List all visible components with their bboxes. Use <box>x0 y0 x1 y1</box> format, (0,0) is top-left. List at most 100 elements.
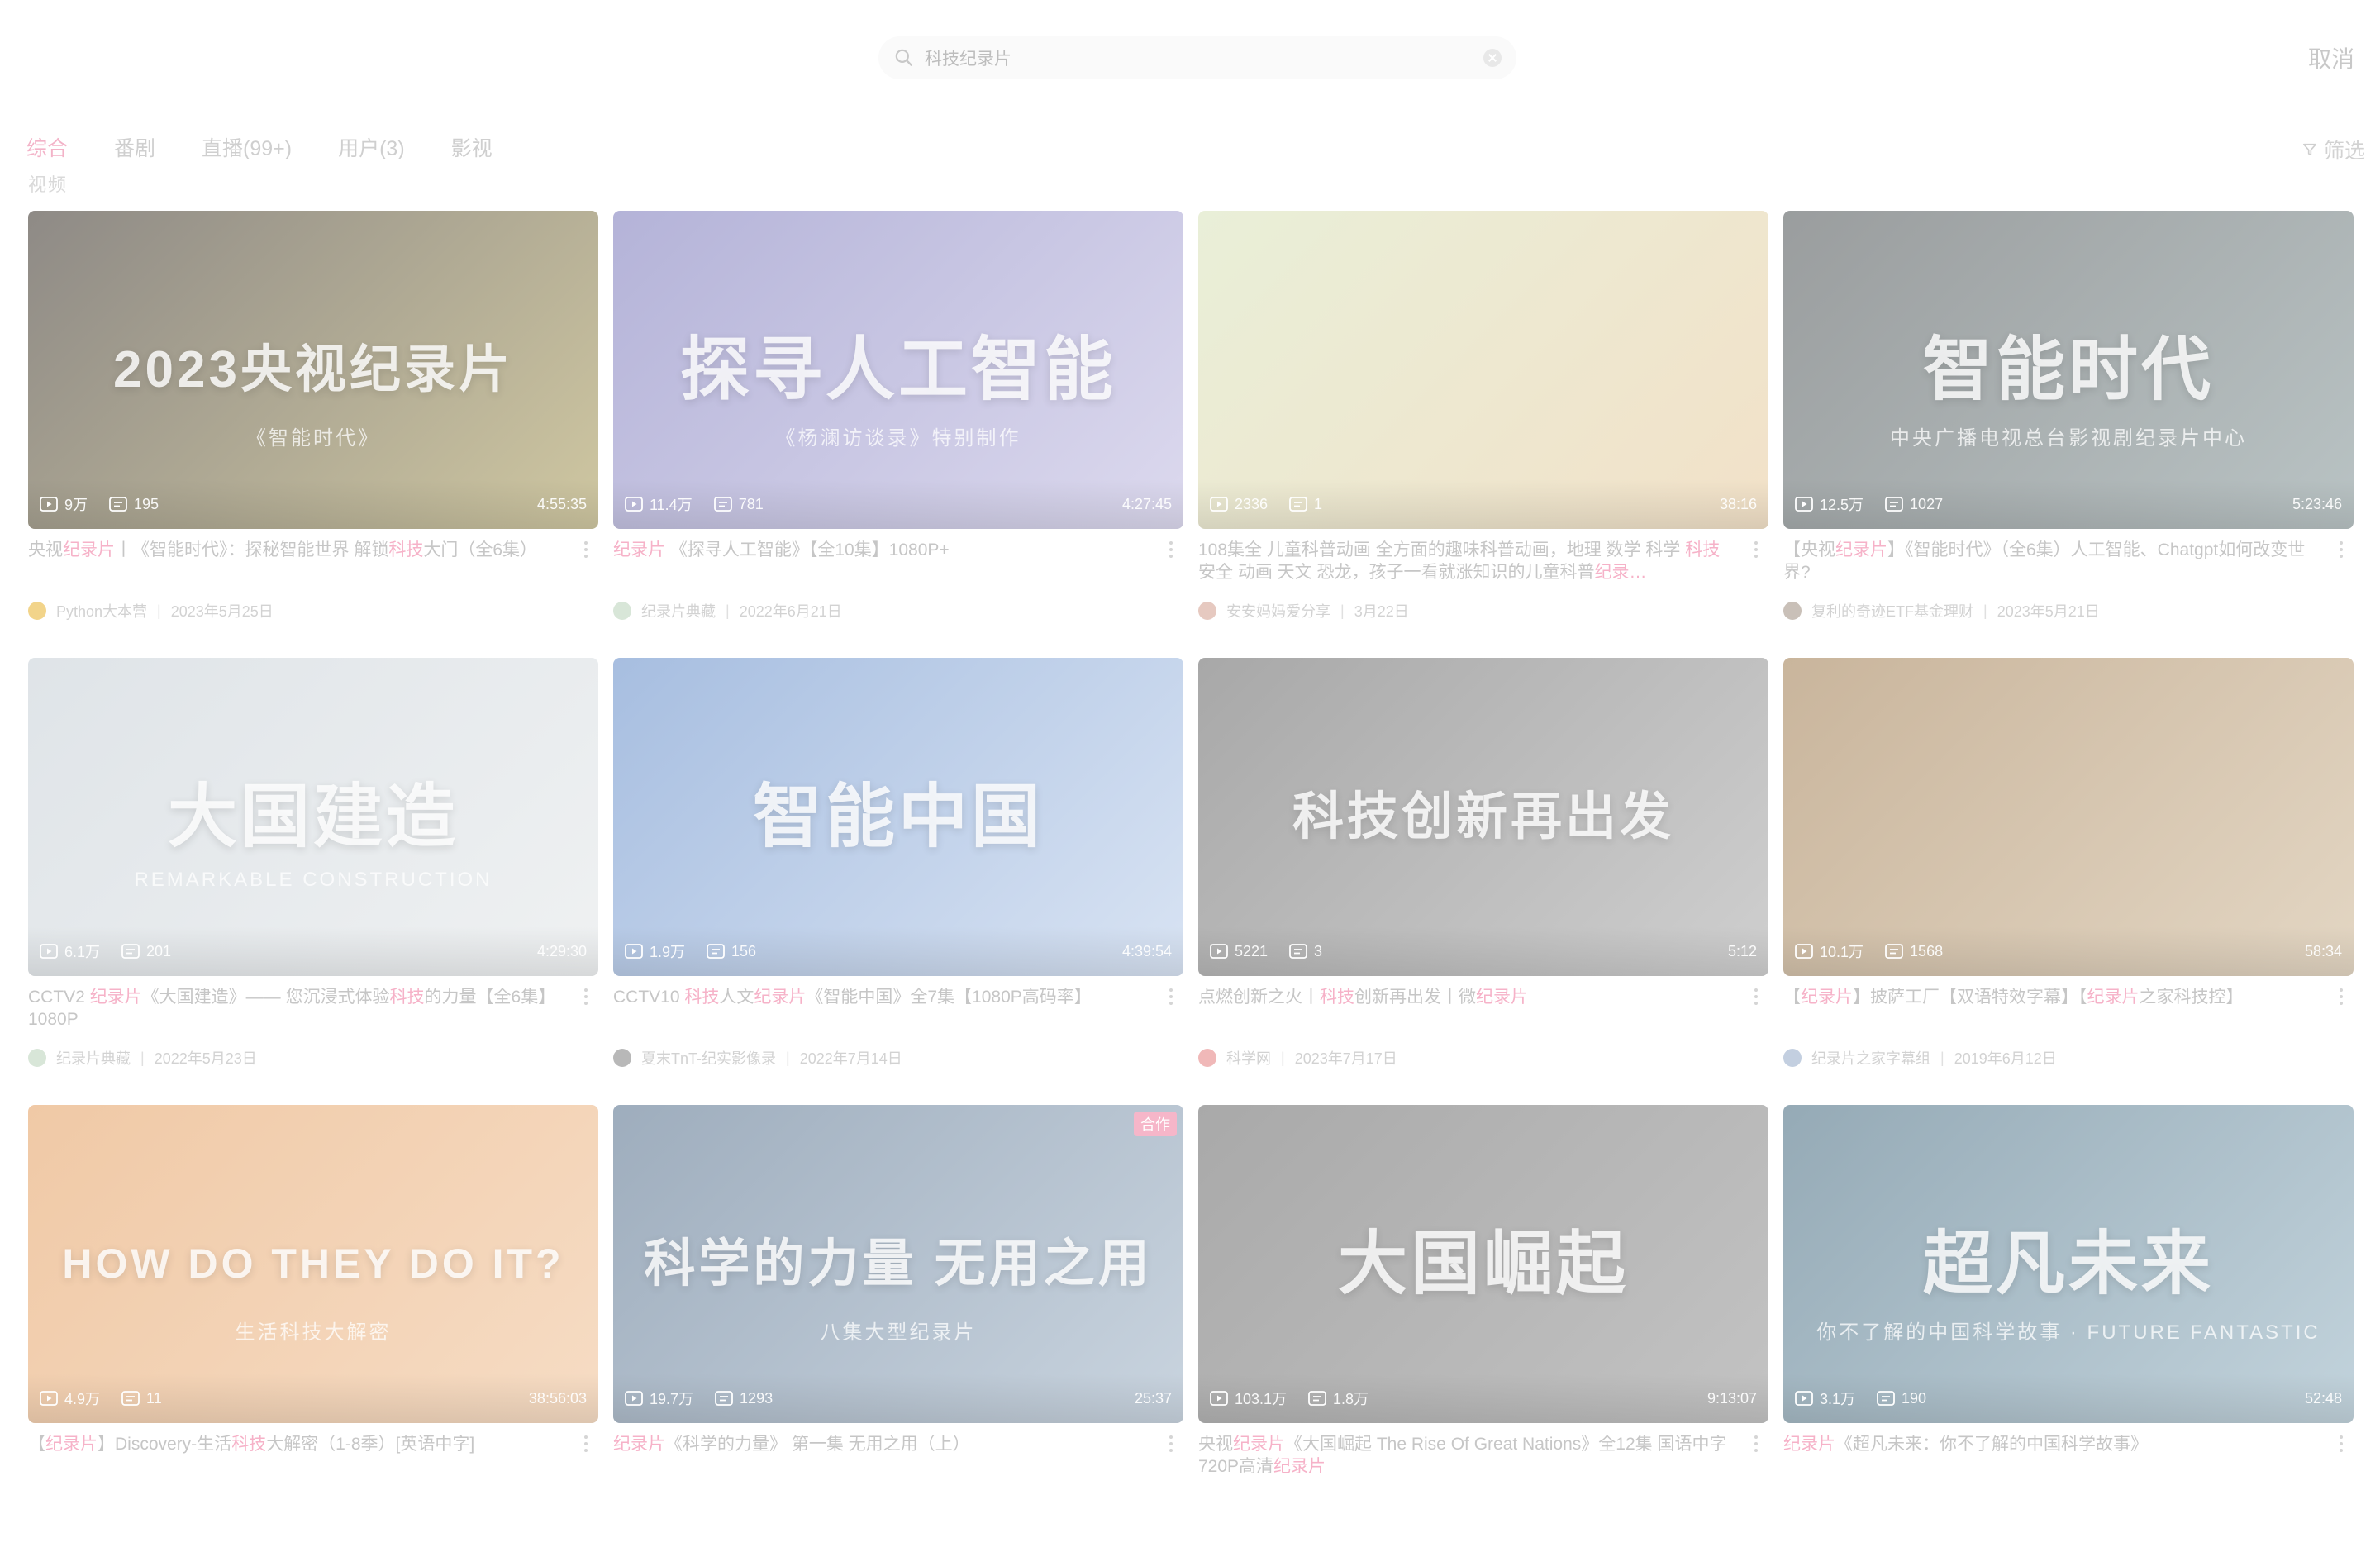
search-icon <box>895 49 912 66</box>
video-thumbnail[interactable]: 智能中国 1.9万 156 4:39:54 <box>613 658 1183 976</box>
video-card[interactable]: 2023央视纪录片 《智能时代》 9万 195 4:55:35 央视纪录片丨《智能时代》：… <box>28 211 598 658</box>
author-name[interactable]: Python大本营 <box>56 600 147 621</box>
author-row[interactable]: 纪录片之家字幕组 | 2019年6月12日 <box>1783 1047 2354 1069</box>
author-name[interactable]: 复利的奇迹ETF基金理财 <box>1811 600 1973 621</box>
title-text: 人文 <box>719 988 754 1007</box>
video-thumbnail[interactable]: 智能时代 中央广播电视总台影视剧纪录片中心 12.5万 1027 5:23:46 <box>1783 211 2354 529</box>
publish-date: 2023年7月17日 <box>1294 1050 1397 1067</box>
video-thumbnail[interactable]: 超凡未来 你不了解的中国科学故事 · FUTURE FANTASTIC 3.1万 19… <box>1783 1105 2354 1423</box>
video-title[interactable]: 纪录片《超凡未来：你不了解的中国科学故事》 <box>1783 1433 2312 1478</box>
clear-search-button[interactable] <box>1483 49 1502 67</box>
video-card[interactable]: 超凡未来 你不了解的中国科学故事 · FUTURE FANTASTIC 3.1万 19… <box>1783 1105 2354 1552</box>
video-card[interactable]: HOW DO THEY DO IT? 生活科技大解密 4.9万 11 38:56:03 【… <box>28 1105 598 1552</box>
duration: 4:27:45 <box>1121 495 1172 512</box>
video-title[interactable]: CCTV2 纪录片《大国建造》—— 您沉浸式体验科技的力量【全6集】1080P <box>28 986 557 1031</box>
author-row[interactable]: 科学网 | 2023年7月17日 <box>1198 1047 1768 1069</box>
more-options-icon[interactable] <box>1754 988 1759 1007</box>
video-thumbnail[interactable]: 科学的力量 无用之用 八集大型纪录片 合作 19.7万 1293 25:37 <box>613 1105 1183 1423</box>
play-count-icon <box>625 497 643 512</box>
author-name[interactable]: 纪录片典藏 <box>641 600 716 621</box>
tab-2[interactable]: 直播(99+) <box>202 132 292 165</box>
cancel-button[interactable]: 取消 <box>2308 41 2354 74</box>
more-options-icon[interactable] <box>1754 1435 1759 1454</box>
video-title[interactable]: 【纪录片】披萨工厂【双语特效字幕】【纪录片之家科技控】 <box>1783 986 2312 1031</box>
play-count-icon <box>1795 497 1813 512</box>
video-thumbnail[interactable]: 2336 1 38:16 <box>1198 211 1768 529</box>
search-bar[interactable] <box>878 36 1516 79</box>
author-row[interactable]: 夏末TnT-纪实影像录 | 2022年7月14日 <box>613 1047 1183 1069</box>
video-title[interactable]: 纪录片 《探寻人工智能》【全10集】1080P+ <box>613 539 1142 583</box>
danmaku-count: 1.8万 <box>1333 1391 1369 1407</box>
title-text: 】披萨工厂【双语特效字幕】【 <box>1853 988 2087 1007</box>
author-row[interactable]: 复利的奇迹ETF基金理财 | 2023年5月21日 <box>1783 600 2354 621</box>
video-card[interactable]: 探寻人工智能 《杨澜访谈录》特别制作 11.4万 781 4:27:45 纪录片 《探寻人… <box>613 211 1183 658</box>
author-name[interactable]: 纪录片典藏 <box>56 1047 131 1069</box>
thumbnail-meta: 4.9万 11 38:56:03 <box>28 1373 598 1423</box>
video-title[interactable]: CCTV10 科技人文纪录片《智能中国》全7集【1080P高码率】 <box>613 986 1142 1031</box>
danmaku-count: 3 <box>1314 942 1323 959</box>
separator: | <box>1983 602 1987 619</box>
filter-button[interactable]: 筛选 <box>2302 135 2365 164</box>
video-card[interactable]: 大国建造 REMARKABLE CONSTRUCTION 6.1万 201 4:29:3… <box>28 658 598 1105</box>
thumbnail-subtitle: 生活科技大解密 <box>235 1321 392 1344</box>
video-thumbnail[interactable]: 大国崛起 103.1万 1.8万 9:13:07 <box>1198 1105 1768 1423</box>
tab-0[interactable]: 综合 <box>26 132 68 165</box>
title-text: 108集全 儿童科普动画 全方面的趣味科普动画，地理 数学 科学 <box>1198 540 1686 559</box>
more-options-icon[interactable] <box>1169 1435 1173 1454</box>
tab-4[interactable]: 影视 <box>451 132 493 165</box>
more-options-icon[interactable] <box>1754 541 1759 559</box>
video-title[interactable]: 【央视纪录片】《智能时代》（全6集）人工智能、Chatgpt如何改变世界? <box>1783 539 2312 583</box>
video-title[interactable]: 纪录片《科学的力量》 第一集 无用之用（上） <box>613 1433 1142 1478</box>
video-title[interactable]: 央视纪录片丨《智能时代》：探秘智能世界 解锁科技大门（全6集） <box>28 539 557 583</box>
thumbnail-subtitle: 八集大型纪录片 <box>820 1321 977 1344</box>
video-card[interactable]: 科学的力量 无用之用 八集大型纪录片 合作 19.7万 1293 25:37 纪录片《科学的… <box>613 1105 1183 1552</box>
video-thumbnail[interactable]: HOW DO THEY DO IT? 生活科技大解密 4.9万 11 38:56:03 <box>28 1105 598 1423</box>
author-row[interactable]: 纪录片典藏 | 2022年5月23日 <box>28 1047 598 1069</box>
author-row[interactable]: 安安妈妈爱分享 | 3月22日 <box>1198 600 1768 621</box>
author-name[interactable]: 纪录片之家字幕组 <box>1811 1047 1930 1069</box>
title-highlight: 纪录… <box>1594 563 1647 582</box>
more-options-icon[interactable] <box>1169 541 1173 559</box>
video-thumbnail[interactable]: 大国建造 REMARKABLE CONSTRUCTION 6.1万 201 4:29:3… <box>28 658 598 976</box>
more-options-icon[interactable] <box>2339 541 2344 559</box>
more-options-icon[interactable] <box>583 1435 588 1454</box>
video-card[interactable]: 智能时代 中央广播电视总台影视剧纪录片中心 12.5万 1027 5:23:46 【央视纪… <box>1783 211 2354 658</box>
tab-3[interactable]: 用户(3) <box>338 132 405 165</box>
video-thumbnail[interactable]: 10.1万 1568 58:34 <box>1783 658 2354 976</box>
more-options-icon[interactable] <box>1169 988 1173 1007</box>
video-title[interactable]: 点燃创新之火丨科技创新再出发丨微纪录片 <box>1198 986 1727 1031</box>
thumbnail-subtitle: 《智能时代》 <box>246 427 380 450</box>
duration: 52:48 <box>2304 1389 2342 1407</box>
search-input[interactable] <box>923 47 1483 69</box>
author-row[interactable]: Python大本营 | 2023年5月25日 <box>28 600 598 621</box>
danmaku-icon <box>1877 1391 1895 1406</box>
duration: 4:55:35 <box>536 495 587 512</box>
title-highlight: 科技 <box>231 1435 267 1454</box>
author-name[interactable]: 夏末TnT-纪实影像录 <box>641 1047 776 1069</box>
video-thumbnail[interactable]: 2023央视纪录片 《智能时代》 9万 195 4:55:35 <box>28 211 598 529</box>
video-title[interactable]: 108集全 儿童科普动画 全方面的趣味科普动画，地理 数学 科学 科技 安全 动… <box>1198 539 1727 583</box>
author-avatar <box>1198 602 1216 620</box>
video-card[interactable]: 科技创新再出发 5221 3 5:12 点燃创新之火丨科技创新再出发丨微纪录片科学网 | 2… <box>1198 658 1768 1105</box>
video-title[interactable]: 【纪录片】Discovery-生活科技大解密（1-8季）[英语中字] <box>28 1433 557 1478</box>
author-name[interactable]: 安安妈妈爱分享 <box>1226 600 1330 621</box>
author-name[interactable]: 科学网 <box>1226 1047 1271 1069</box>
video-title[interactable]: 央视纪录片《大国崛起 The Rise Of Great Nations》全12… <box>1198 1433 1727 1478</box>
author-avatar <box>613 602 631 620</box>
video-card[interactable]: 大国崛起 103.1万 1.8万 9:13:07 央视纪录片《大国崛起 The Rise… <box>1198 1105 1768 1552</box>
more-options-icon[interactable] <box>2339 988 2344 1007</box>
video-card[interactable]: 2336 1 38:16 108集全 儿童科普动画 全方面的趣味科普动画，地理 数学 … <box>1198 211 1768 658</box>
title-highlight: 纪录片 <box>1476 988 1528 1007</box>
title-highlight: 纪录片 <box>45 1435 98 1454</box>
publish-date: 2022年7月14日 <box>799 1050 902 1067</box>
more-options-icon[interactable] <box>583 541 588 559</box>
video-card[interactable]: 10.1万 1568 58:34 【纪录片】披萨工厂【双语特效字幕】【纪录片之家科技控… <box>1783 658 2354 1105</box>
tab-1[interactable]: 番剧 <box>114 132 155 165</box>
video-thumbnail[interactable]: 科技创新再出发 5221 3 5:12 <box>1198 658 1768 976</box>
author-row[interactable]: 纪录片典藏 | 2022年6月21日 <box>613 600 1183 621</box>
video-card[interactable]: 智能中国 1.9万 156 4:39:54 CCTV10 科技人文纪录片《智能中国》全7… <box>613 658 1183 1105</box>
thumbnail-meta: 5221 3 5:12 <box>1198 926 1768 976</box>
more-options-icon[interactable] <box>583 988 588 1007</box>
video-thumbnail[interactable]: 探寻人工智能 《杨澜访谈录》特别制作 11.4万 781 4:27:45 <box>613 211 1183 529</box>
more-options-icon[interactable] <box>2339 1435 2344 1454</box>
